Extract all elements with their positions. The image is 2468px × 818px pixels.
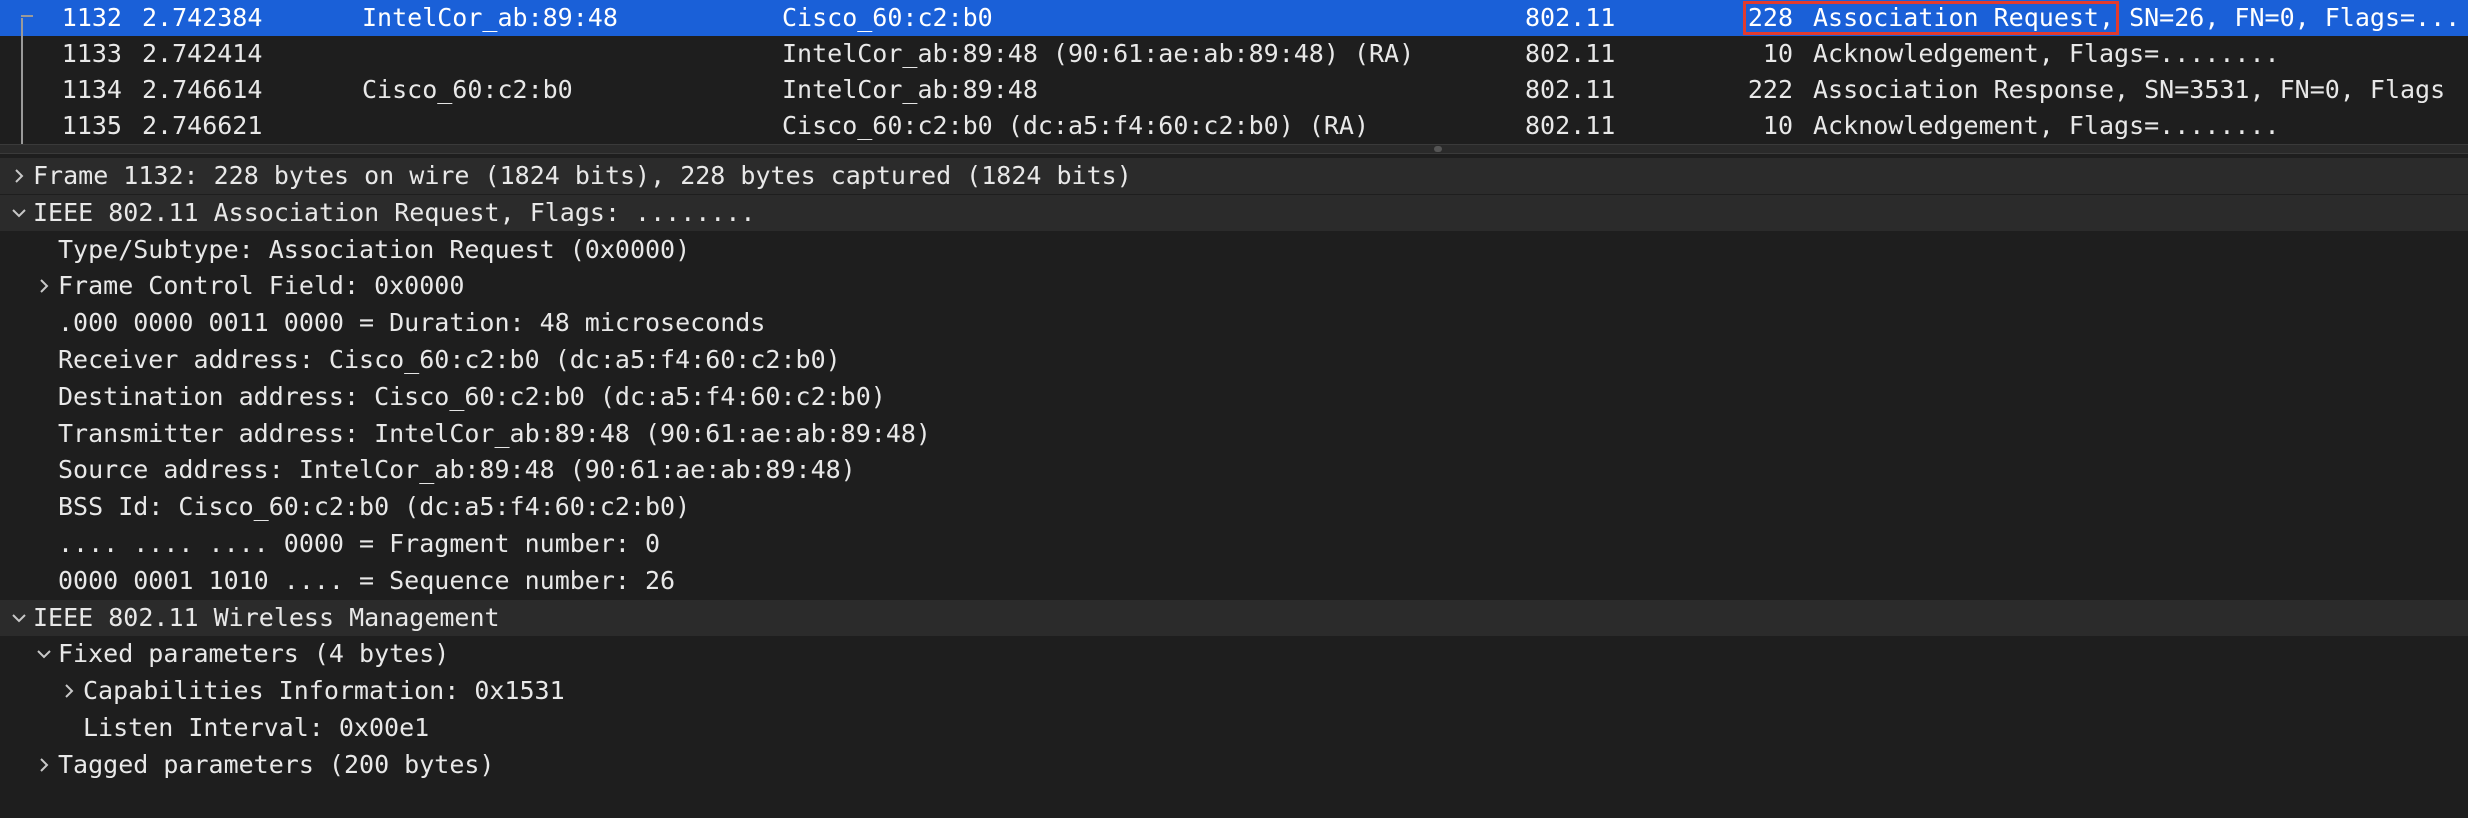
tree-row-label: Type/Subtype: Association Request (0x000… [58,235,691,264]
packet-destination: Cisco_60:c2:b0 (dc:a5:f4:60:c2:b0) (RA) [782,111,1369,140]
packet-length: 10 [1762,111,1793,140]
tree-row[interactable]: .... .... .... 0000 = Fragment number: 0 [0,526,2468,562]
tree-row-label: Receiver address: Cisco_60:c2:b0 (dc:a5:… [58,345,841,374]
tree-row[interactable]: 0000 0001 1010 .... = Sequence number: 2… [0,563,2468,599]
packet-source: IntelCor_ab:89:48 [362,3,618,32]
pane-splitter[interactable] [0,144,2468,154]
tree-row[interactable]: Frame 1132: 228 bytes on wire (1824 bits… [0,158,2468,194]
packet-row[interactable]: 1133 2.742414 IntelCor_ab:89:48 (90:61:a… [0,36,2468,72]
tree-row[interactable]: Frame Control Field: 0x0000 [0,268,2468,304]
tree-row[interactable]: IEEE 802.11 Association Request, Flags: … [0,195,2468,231]
packet-destination: IntelCor_ab:89:48 [782,75,1038,104]
tree-row[interactable]: BSS Id: Cisco_60:c2:b0 (dc:a5:f4:60:c2:b… [0,489,2468,525]
tree-row[interactable]: Listen Interval: 0x00e1 [0,710,2468,746]
chevron-down-icon[interactable] [32,636,56,672]
tree-row-label: BSS Id: Cisco_60:c2:b0 (dc:a5:f4:60:c2:b… [58,492,691,521]
wireshark-window: 1132 2.742384 IntelCor_ab:89:48 Cisco_60… [0,0,2468,818]
tree-row-label: Destination address: Cisco_60:c2:b0 (dc:… [58,382,886,411]
tree-row[interactable]: Fixed parameters (4 bytes) [0,636,2468,672]
packet-number: 1135 [61,111,122,140]
packet-time: 2.746614 [142,75,263,104]
packet-length: 228 [1747,3,1793,32]
packet-length: 10 [1762,39,1793,68]
packet-time: 2.742414 [142,39,263,68]
packet-list: 1132 2.742384 IntelCor_ab:89:48 Cisco_60… [0,0,2468,144]
tree-row[interactable]: Receiver address: Cisco_60:c2:b0 (dc:a5:… [0,342,2468,378]
tree-row[interactable]: .000 0000 0011 0000 = Duration: 48 micro… [0,305,2468,341]
packet-row[interactable]: 1132 2.742384 IntelCor_ab:89:48 Cisco_60… [0,0,2468,36]
packet-number: 1132 [61,3,122,32]
packet-info: Acknowledgement, Flags=........ [1813,39,2280,68]
packet-row[interactable]: 1135 2.746621 Cisco_60:c2:b0 (dc:a5:f4:6… [0,108,2468,144]
packet-protocol: 802.11 [1525,3,1616,32]
packet-details-tree: Frame 1132: 228 bytes on wire (1824 bits… [0,158,2468,818]
tree-row-label: Frame 1132: 228 bytes on wire (1824 bits… [33,161,1132,190]
packet-time: 2.746621 [142,111,263,140]
tree-row-label: Transmitter address: IntelCor_ab:89:48 (… [58,419,931,448]
tree-row-label: Frame Control Field: 0x0000 [58,271,465,300]
tree-row-label: Listen Interval: 0x00e1 [83,713,430,742]
tree-row-label: Tagged parameters (200 bytes) [58,750,495,779]
packet-length: 222 [1747,75,1793,104]
tree-row-label: IEEE 802.11 Association Request, Flags: … [33,198,756,227]
tree-row-label: 0000 0001 1010 .... = Sequence number: 2… [58,566,676,595]
tree-row[interactable]: Type/Subtype: Association Request (0x000… [0,232,2468,268]
tree-row-label: IEEE 802.11 Wireless Management [33,603,500,632]
packet-info: Association Request, SN=26, FN=0, Flags=… [1813,3,2461,32]
tree-row[interactable]: Capabilities Information: 0x1531 [0,673,2468,709]
tree-row[interactable]: Transmitter address: IntelCor_ab:89:48 (… [0,416,2468,452]
tree-row[interactable]: Tagged parameters (200 bytes) [0,747,2468,783]
tree-row-label: Capabilities Information: 0x1531 [83,676,565,705]
tree-row[interactable]: Destination address: Cisco_60:c2:b0 (dc:… [0,379,2468,415]
packet-number: 1133 [61,39,122,68]
packet-protocol: 802.11 [1525,39,1616,68]
packet-source: Cisco_60:c2:b0 [362,75,573,104]
packet-time: 2.742384 [142,3,263,32]
packet-protocol: 802.11 [1525,75,1616,104]
packet-row[interactable]: 1134 2.746614 Cisco_60:c2:b0 IntelCor_ab… [0,72,2468,108]
tree-row-label: Fixed parameters (4 bytes) [58,639,450,668]
chevron-right-icon[interactable] [32,268,56,304]
chevron-down-icon[interactable] [7,195,31,231]
packet-info: Association Response, SN=3531, FN=0, Fla… [1813,75,2446,104]
chevron-right-icon[interactable] [57,673,81,709]
packet-info: Acknowledgement, Flags=........ [1813,111,2280,140]
packet-destination: IntelCor_ab:89:48 (90:61:ae:ab:89:48) (R… [782,39,1415,68]
tree-row-label: .... .... .... 0000 = Fragment number: 0 [58,529,661,558]
chevron-down-icon[interactable] [7,600,31,636]
chevron-right-icon[interactable] [32,747,56,783]
related-packet-line [21,18,23,144]
tree-row-label: Source address: IntelCor_ab:89:48 (90:61… [58,455,856,484]
tree-row[interactable]: IEEE 802.11 Wireless Management [0,600,2468,636]
tree-row-label: .000 0000 0011 0000 = Duration: 48 micro… [58,308,766,337]
packet-number: 1134 [61,75,122,104]
splitter-handle[interactable] [1434,146,1442,152]
packet-protocol: 802.11 [1525,111,1616,140]
chevron-right-icon[interactable] [7,158,31,194]
tree-row[interactable]: Source address: IntelCor_ab:89:48 (90:61… [0,452,2468,488]
related-packet-tick [21,15,33,17]
packet-destination: Cisco_60:c2:b0 [782,3,993,32]
